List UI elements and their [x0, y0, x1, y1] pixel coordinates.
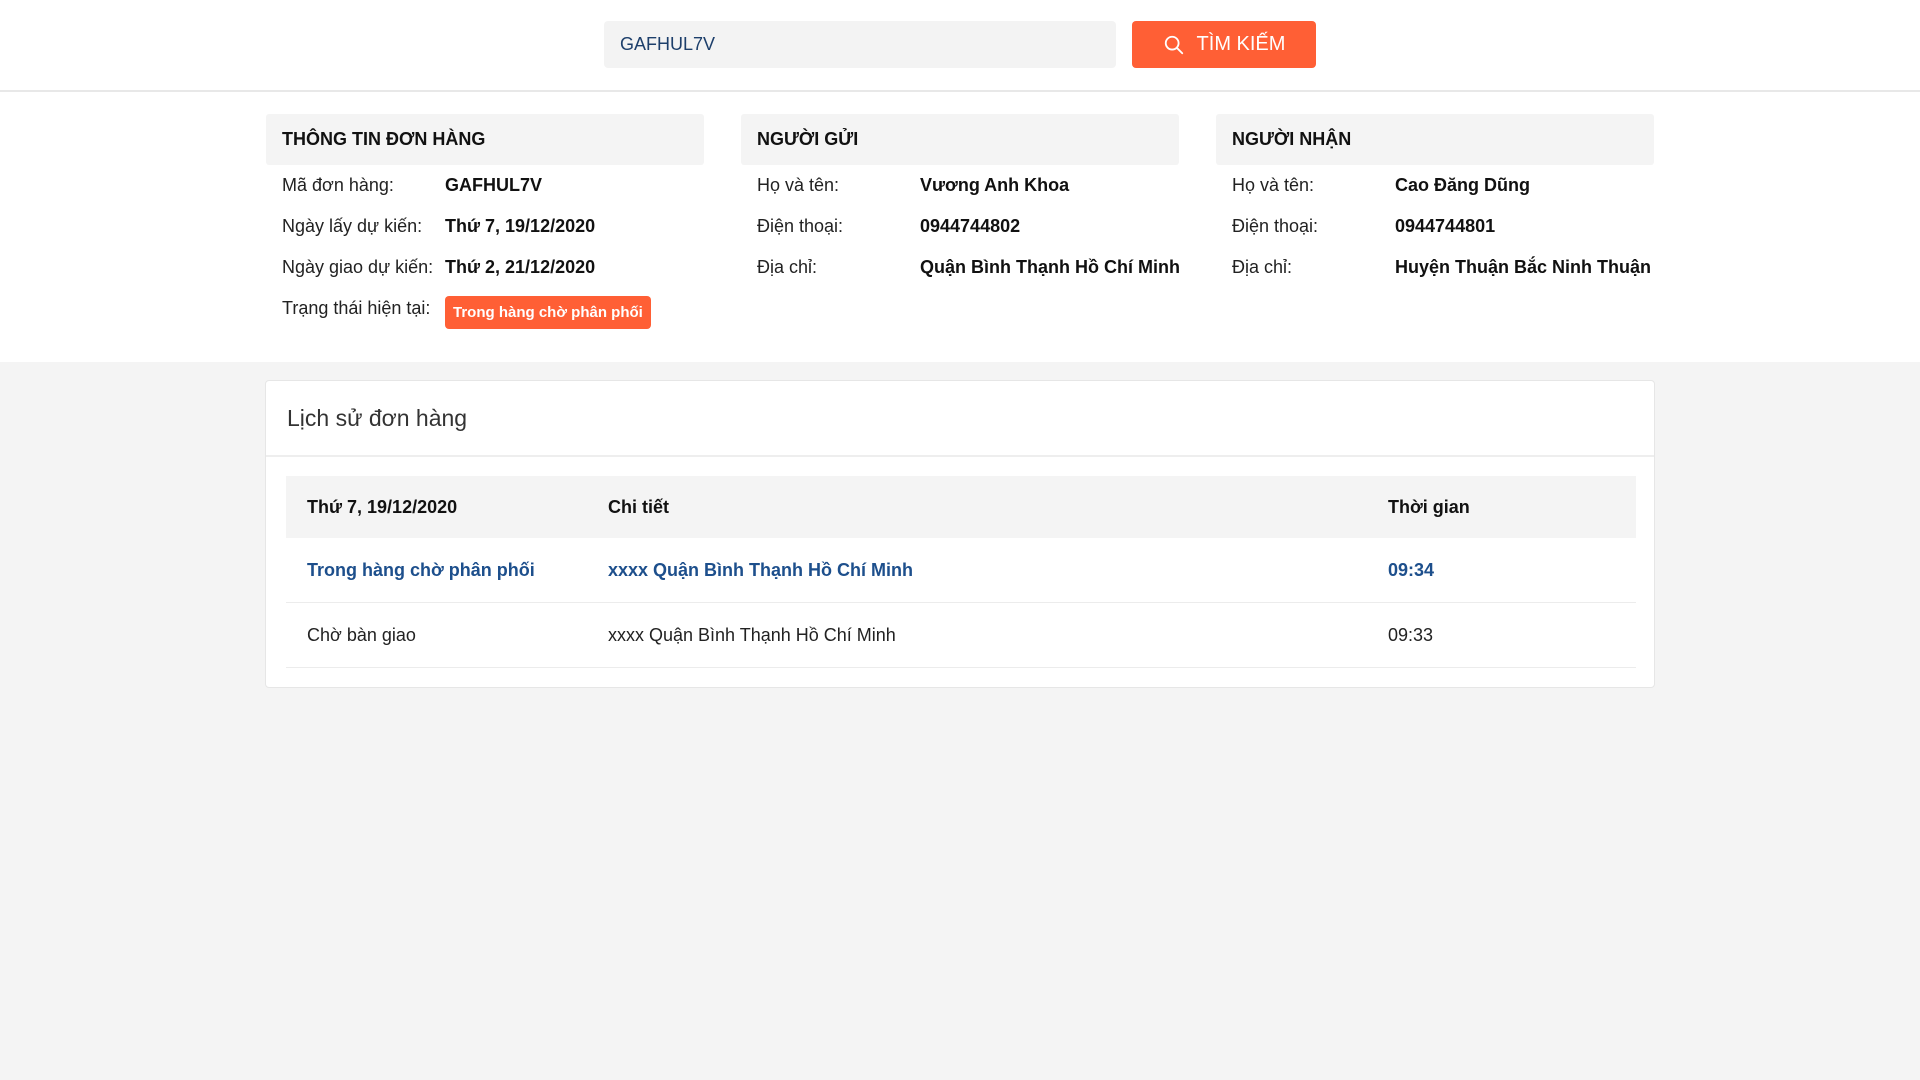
order-info-section: THÔNG TIN ĐƠN HÀNG Mã đơn hàng: GAFHUL7V… — [0, 92, 1920, 362]
sender-address-value: Quận Bình Thạnh Hồ Chí Minh — [920, 257, 1180, 277]
receiver-name-label: Họ và tên: — [1232, 175, 1315, 195]
column-header-time: Thời gian — [1388, 496, 1470, 517]
search-button-label: TÌM KIẾM — [1196, 33, 1286, 55]
receiver-title: NGƯỜI NHẬN — [1216, 114, 1654, 165]
delivery-date-row: Ngày giao dự kiến: Thứ 2, 21/12/2020 — [266, 247, 704, 288]
search-icon — [1164, 35, 1183, 54]
table-row: Trong hàng chờ phân phối xxxx Quận Bình … — [286, 538, 1636, 603]
top-search-bar: TÌM KIẾM — [0, 0, 1920, 92]
delivery-date-value: Thứ 2, 21/12/2020 — [445, 257, 596, 277]
sender-title: NGƯỜI GỬI — [741, 114, 1179, 165]
row-time: 09:33 — [1388, 624, 1434, 645]
order-code-label: Mã đơn hàng: — [282, 175, 394, 195]
pickup-date-value: Thứ 7, 19/12/2020 — [445, 216, 596, 236]
receiver-name-row: Họ và tên: Cao Đăng Dũng — [1216, 165, 1654, 206]
pickup-date-label: Ngày lấy dự kiến: — [282, 216, 423, 236]
sender-panel: NGƯỜI GỬI Họ và tên: Vương Anh Khoa Điện… — [741, 114, 1180, 288]
row-time: 09:34 — [1388, 559, 1435, 580]
pickup-date-row: Ngày lấy dự kiến: Thứ 7, 19/12/2020 — [266, 206, 704, 247]
row-status: Chờ bàn giao — [307, 624, 416, 645]
order-history-table: Thứ 7, 19/12/2020 Chi tiết Thời gian Tro… — [286, 476, 1636, 668]
column-header-date: Thứ 7, 19/12/2020 — [307, 496, 458, 517]
sender-phone-row: Điện thoại: 0944744802 — [741, 206, 1179, 247]
receiver-address-label: Địa chỉ: — [1232, 257, 1293, 277]
table-header-row: Thứ 7, 19/12/2020 Chi tiết Thời gian — [286, 476, 1636, 538]
order-info-panel: THÔNG TIN ĐƠN HÀNG Mã đơn hàng: GAFHUL7V… — [266, 114, 704, 338]
row-status: Trong hàng chờ phân phối — [307, 559, 535, 580]
receiver-phone-row: Điện thoại: 0944744801 — [1216, 206, 1654, 247]
sender-address-row: Địa chỉ: Quận Bình Thạnh Hồ Chí Minh — [741, 247, 1180, 288]
receiver-phone-value: 0944744801 — [1395, 216, 1496, 236]
sender-name-value: Vương Anh Khoa — [920, 175, 1070, 195]
sender-name-row: Họ và tên: Vương Anh Khoa — [741, 165, 1179, 206]
order-info-title: THÔNG TIN ĐƠN HÀNG — [266, 114, 704, 165]
order-history-card: Lịch sử đơn hàng Thứ 7, 19/12/2020 Chi t… — [265, 380, 1655, 688]
sender-phone-label: Điện thoại: — [757, 216, 844, 236]
row-detail: xxxx Quận Bình Thạnh Hồ Chí Minh — [608, 559, 914, 580]
search-button[interactable]: TÌM KIẾM — [1132, 21, 1316, 68]
receiver-phone-label: Điện thoại: — [1232, 216, 1319, 236]
order-code-value: GAFHUL7V — [445, 175, 543, 195]
status-row: Trạng thái hiện tại: Trong hàng chờ phân… — [266, 288, 704, 338]
order-code-search-input[interactable] — [604, 21, 1116, 68]
table-row: Chờ bàn giao xxxx Quận Bình Thạnh Hồ Chí… — [286, 603, 1636, 668]
receiver-address-row: Địa chỉ: Huyện Thuận Bắc Ninh Thuận — [1216, 247, 1654, 288]
receiver-panel: NGƯỜI NHẬN Họ và tên: Cao Đăng Dũng Điện… — [1216, 114, 1654, 288]
sender-name-label: Họ và tên: — [757, 175, 840, 195]
sender-phone-value: 0944744802 — [920, 216, 1021, 236]
row-detail: xxxx Quận Bình Thạnh Hồ Chí Minh — [608, 624, 896, 645]
delivery-date-label: Ngày giao dự kiến: — [282, 257, 434, 277]
receiver-name-value: Cao Đăng Dũng — [1395, 175, 1530, 195]
status-label: Trạng thái hiện tại: — [282, 298, 431, 318]
order-history-title: Lịch sử đơn hàng — [266, 381, 1654, 457]
sender-address-label: Địa chỉ: — [757, 257, 818, 277]
status-badge: Trong hàng chờ phân phối — [445, 296, 651, 329]
receiver-address-value: Huyện Thuận Bắc Ninh Thuận — [1395, 257, 1652, 277]
column-header-detail: Chi tiết — [608, 496, 669, 517]
order-code-row: Mã đơn hàng: GAFHUL7V — [266, 165, 704, 206]
